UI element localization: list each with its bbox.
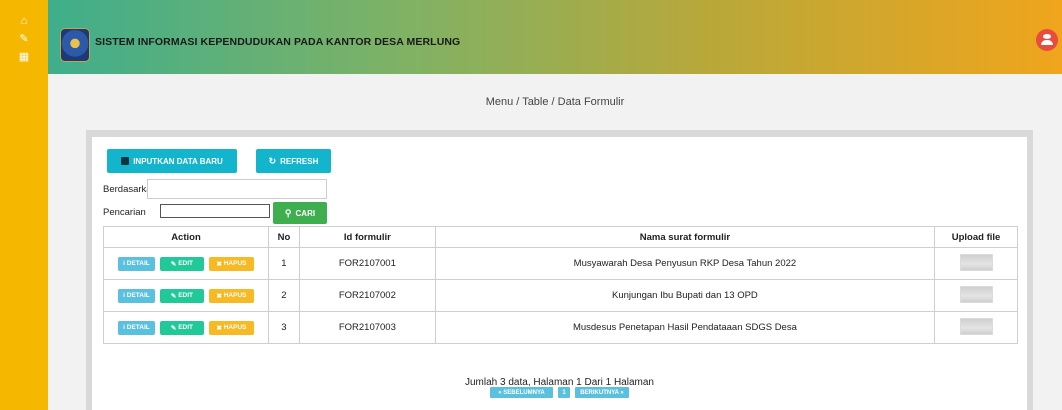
delete-label: HAPUS [223,324,247,331]
file-thumbnail[interactable] [959,317,993,335]
edit-button[interactable]: ✎ EDIT [159,288,204,303]
row-nama: Musyawarah Desa Penyusun RKP Desa Tahun … [434,247,936,280]
table-header-row: Action No Id formulir Nama surat formuli… [103,226,1018,248]
delete-button[interactable]: ✖ HAPUS [208,256,254,271]
close-icon: ✖ [216,260,224,268]
delete-label: HAPUS [223,260,247,267]
search-input[interactable] [160,204,270,218]
user-avatar[interactable] [1036,29,1058,51]
refresh-label: REFRESH [280,156,319,166]
edit-icon: ✎ [170,324,179,332]
header-no: No [267,226,300,248]
edit-icon: ✎ [170,292,179,300]
data-table: Action No Id formulir Nama surat formuli… [103,226,1018,344]
sidebar: ⌂ ✎ ▦ [0,0,48,410]
row-id: FOR2107002 [298,279,436,312]
refresh-icon: ↻ [268,155,277,166]
refresh-button[interactable]: ↻ REFRESH [256,149,331,173]
close-icon: ✖ [216,292,224,300]
search-button-label: CARI [295,208,316,218]
detail-button[interactable]: i DETAIL [117,320,155,335]
home-icon[interactable]: ⌂ [0,14,48,28]
upload-cell [934,279,1018,312]
close-icon: ✖ [216,324,224,332]
edit-label: EDIT [178,260,193,267]
edit-label: EDIT [178,292,193,299]
header-id: Id formulir [298,226,436,248]
row-nama: Kunjungan Ibu Bupati dan 13 OPD [434,279,936,312]
delete-button[interactable]: ✖ HAPUS [208,320,254,335]
delete-label: HAPUS [223,292,247,299]
row-id: FOR2107001 [298,247,436,280]
row-no: 1 [267,247,300,280]
upload-cell [934,247,1018,280]
edit-button[interactable]: ✎ EDIT [159,320,204,335]
plus-square-icon [121,157,130,165]
add-data-button[interactable]: INPUTKAN DATA BARU [107,149,237,173]
prev-page-button[interactable]: « SEBELUMNYA [490,387,553,398]
file-thumbnail[interactable] [959,253,993,271]
page-number-button[interactable]: 1 [558,387,570,398]
detail-label: DETAIL [126,260,150,267]
search-icon: ⚲ [284,207,292,218]
pagination: « SEBELUMNYA 1 BERIKUTNYA » [92,387,1027,398]
action-cell: i DETAIL ✎ EDIT ✖ HAPUS [103,247,269,280]
next-page-button[interactable]: BERIKUTNYA » [575,387,629,398]
content-card: INPUTKAN DATA BARU ↻ REFRESH Berdasarkan… [92,137,1027,410]
header-action: Action [103,226,269,248]
breadcrumb: Menu / Table / Data Formulir [485,96,625,108]
berdasarkan-select[interactable] [147,179,327,199]
action-cell: i DETAIL ✎ EDIT ✖ HAPUS [103,311,269,344]
delete-button[interactable]: ✖ HAPUS [208,288,254,303]
row-nama: Musdesus Penetapan Hasil Pendataaan SDGS… [434,311,936,344]
add-data-label: INPUTKAN DATA BARU [133,156,223,166]
detail-button[interactable]: i DETAIL [117,256,155,271]
file-thumbnail[interactable] [959,285,993,303]
search-button[interactable]: ⚲ CARI [273,202,327,224]
header-bar: SISTEM INFORMASI KEPENDUDUKAN PADA KANTO… [48,0,1062,74]
user-icon [1041,34,1053,45]
calendar-icon[interactable]: ▦ [0,50,48,64]
row-no: 2 [267,279,300,312]
row-no: 3 [267,311,300,344]
detail-label: DETAIL [126,324,150,331]
edit-icon: ✎ [170,260,179,268]
upload-cell [934,311,1018,344]
row-id: FOR2107003 [298,311,436,344]
detail-label: DETAIL [126,292,150,299]
app-logo [60,28,90,62]
header-upload: Upload file [934,226,1018,248]
table-row: i DETAIL ✎ EDIT ✖ HAPUS 2 FOR2107002 Kun… [103,279,1018,312]
header-nama: Nama surat formulir [434,226,936,248]
pencarian-label: Pencarian [103,207,146,218]
action-cell: i DETAIL ✎ EDIT ✖ HAPUS [103,279,269,312]
edit-icon[interactable]: ✎ [0,32,48,46]
edit-label: EDIT [178,324,193,331]
app-title: SISTEM INFORMASI KEPENDUDUKAN PADA KANTO… [95,36,461,48]
table-row: i DETAIL ✎ EDIT ✖ HAPUS 3 FOR2107003 Mus… [103,311,1018,344]
edit-button[interactable]: ✎ EDIT [159,256,204,271]
table-row: i DETAIL ✎ EDIT ✖ HAPUS 1 FOR2107001 Mus… [103,247,1018,280]
detail-button[interactable]: i DETAIL [117,288,155,303]
